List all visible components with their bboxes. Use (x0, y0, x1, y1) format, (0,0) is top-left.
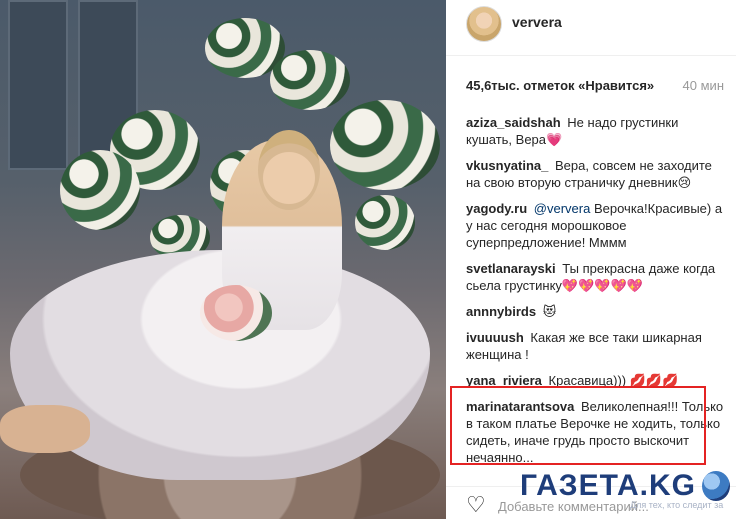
door-decor (8, 0, 68, 170)
flower-arrangement (355, 195, 415, 250)
comment-mention[interactable]: @ververa (534, 201, 591, 216)
post-header: ververa (446, 0, 736, 56)
heart-icon[interactable]: ♡ (466, 494, 486, 516)
comment-item: annnybirds 😻 (466, 303, 724, 320)
comment-username[interactable]: yagody.ru (466, 201, 527, 216)
bouquet (200, 285, 272, 341)
likes-row: 45,6тыс. отметок «Нравится» 40 мин (466, 78, 724, 93)
post-photo[interactable] (0, 0, 446, 519)
comment-item: yagody.ru @ververa Верочка!Красивые) а у… (466, 200, 724, 251)
comment-item: aziza_saidshah Не надо грустинки кушать,… (466, 114, 724, 148)
flower-arrangement (60, 150, 140, 230)
post-username[interactable]: ververa (512, 14, 562, 30)
highlight-box (450, 386, 706, 465)
comment-item: ivuuuush Какая же все таки шикарная женщ… (466, 329, 724, 363)
likes-count[interactable]: 45,6тыс. отметок «Нравится» (466, 78, 654, 93)
globe-icon (702, 471, 730, 501)
post-time[interactable]: 40 мин (683, 78, 724, 93)
comment-username[interactable]: vkusnyatina_ (466, 158, 548, 173)
bride-feet (0, 405, 90, 453)
comment-username[interactable]: annnybirds (466, 304, 536, 319)
watermark-subtext: Для тех, кто следит за (630, 500, 724, 510)
comment-username[interactable]: ivuuuush (466, 330, 524, 345)
comment-item: svetlanarayski Ты прекрасна даже когда с… (466, 260, 724, 294)
watermark-logo-text: ГАЗЕТА.KG (520, 469, 697, 502)
comment-text: 😻 (542, 304, 557, 319)
bride-head (258, 130, 320, 210)
comment-username[interactable]: svetlanarayski (466, 261, 556, 276)
comment-username[interactable]: aziza_saidshah (466, 115, 561, 130)
flower-arrangement (270, 50, 350, 110)
flower-arrangement (330, 100, 440, 190)
comment-item: vkusnyatina_ Вера, совсем не заходите на… (466, 157, 724, 191)
avatar[interactable] (466, 6, 502, 42)
